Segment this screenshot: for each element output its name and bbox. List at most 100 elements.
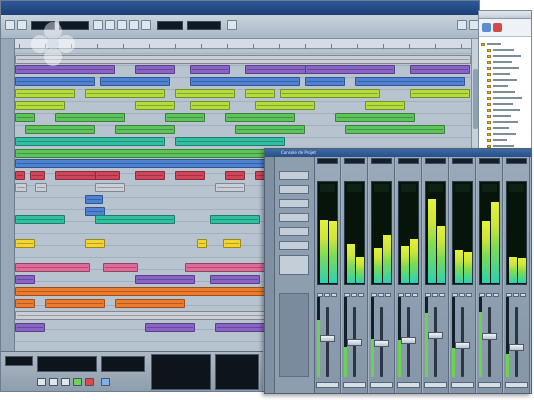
volume-fader-track[interactable]: [326, 307, 329, 377]
audio-event[interactable]: [95, 171, 120, 180]
read-button[interactable]: [520, 293, 526, 297]
forward-button[interactable]: [49, 378, 58, 386]
solo-button[interactable]: [432, 293, 438, 297]
audio-event[interactable]: [305, 65, 395, 74]
audio-event[interactable]: [30, 171, 45, 180]
activate-project-button[interactable]: [5, 20, 15, 30]
snap-mode-display[interactable]: [157, 21, 183, 30]
audio-event[interactable]: [190, 77, 300, 86]
audio-event[interactable]: [15, 89, 75, 98]
solo-button[interactable]: [513, 293, 519, 297]
color-tool-button[interactable]: [227, 20, 237, 30]
read-button[interactable]: [466, 293, 472, 297]
audio-event[interactable]: [15, 287, 275, 296]
audio-event[interactable]: [15, 299, 35, 308]
mixer-view-button[interactable]: [279, 171, 309, 180]
peak-indicator[interactable]: [455, 184, 470, 192]
audio-event[interactable]: [235, 125, 305, 134]
audio-event[interactable]: [210, 275, 260, 284]
browser-title-bar[interactable]: [479, 11, 531, 19]
audio-event[interactable]: [100, 77, 170, 86]
mixer-title-bar[interactable]: Console de Projet: [265, 149, 531, 157]
solo-button[interactable]: [405, 293, 411, 297]
cycle-button[interactable]: [61, 378, 70, 386]
audio-event[interactable]: [85, 195, 103, 204]
audio-event[interactable]: [145, 323, 195, 332]
audio-event[interactable]: [95, 215, 175, 224]
primary-time-display[interactable]: [37, 356, 97, 372]
audio-event[interactable]: [355, 77, 465, 86]
audio-event[interactable]: [15, 101, 65, 110]
audio-event[interactable]: [210, 215, 260, 224]
audio-event[interactable]: [345, 125, 445, 134]
audio-event[interactable]: [15, 137, 165, 146]
read-button[interactable]: [412, 293, 418, 297]
stop-icon[interactable]: [493, 23, 502, 32]
volume-fader-track[interactable]: [488, 307, 491, 377]
audio-event[interactable]: [15, 113, 35, 122]
audio-event[interactable]: [135, 275, 195, 284]
audio-event[interactable]: [280, 89, 380, 98]
audio-event[interactable]: [15, 311, 275, 320]
audio-event[interactable]: [410, 65, 470, 74]
folder-up-icon[interactable]: [482, 23, 491, 32]
audio-event[interactable]: [215, 323, 265, 332]
audio-event[interactable]: [15, 239, 35, 248]
channel-label[interactable]: [451, 382, 474, 388]
volume-fader-handle[interactable]: [320, 335, 335, 342]
audio-event[interactable]: [15, 55, 471, 64]
audio-event[interactable]: [175, 89, 235, 98]
audio-event[interactable]: [175, 137, 285, 146]
read-button[interactable]: [439, 293, 445, 297]
marker-display[interactable]: [151, 354, 211, 390]
audio-event[interactable]: [165, 113, 205, 122]
secondary-time-display[interactable]: [101, 356, 145, 372]
solo-button[interactable]: [378, 293, 384, 297]
audio-event[interactable]: [115, 299, 185, 308]
glue-tool-button[interactable]: [129, 20, 139, 30]
volume-fader-handle[interactable]: [509, 344, 524, 351]
audio-event[interactable]: [103, 263, 138, 272]
audio-event[interactable]: [255, 101, 315, 110]
volume-fader-handle[interactable]: [455, 342, 470, 349]
audio-event[interactable]: [85, 239, 105, 248]
volume-fader-track[interactable]: [515, 307, 518, 377]
mixer-channel-types-button[interactable]: [279, 241, 309, 250]
mixer-inserts-button[interactable]: [279, 199, 309, 208]
audio-event[interactable]: [25, 125, 95, 134]
read-button[interactable]: [358, 293, 364, 297]
audio-event[interactable]: [225, 113, 295, 122]
audio-event[interactable]: [365, 101, 405, 110]
audio-event[interactable]: [223, 239, 241, 248]
audio-event[interactable]: [55, 113, 125, 122]
channel-label[interactable]: [397, 382, 420, 388]
audio-event[interactable]: [215, 183, 245, 192]
object-select-tool-button[interactable]: [93, 20, 103, 30]
play-button[interactable]: [73, 378, 82, 386]
audio-event[interactable]: [45, 299, 105, 308]
audio-event[interactable]: [135, 171, 165, 180]
peak-indicator[interactable]: [482, 184, 497, 192]
peak-indicator[interactable]: [428, 184, 443, 192]
channel-label[interactable]: [343, 382, 366, 388]
rewind-button[interactable]: [37, 378, 46, 386]
audio-event[interactable]: [95, 183, 125, 192]
audio-event[interactable]: [185, 263, 265, 272]
audio-event[interactable]: [190, 65, 230, 74]
audio-event[interactable]: [305, 77, 345, 86]
tempo-display[interactable]: [215, 354, 259, 390]
range-tool-button[interactable]: [105, 20, 115, 30]
solo-button[interactable]: [459, 293, 465, 297]
audio-event[interactable]: [15, 215, 65, 224]
peak-indicator[interactable]: [347, 184, 362, 192]
volume-fader-track[interactable]: [434, 307, 437, 377]
window-layout-button[interactable]: [457, 20, 467, 30]
peak-indicator[interactable]: [320, 184, 335, 192]
mixer-global-controls[interactable]: [279, 293, 309, 377]
volume-fader-handle[interactable]: [482, 333, 497, 340]
audio-event[interactable]: [115, 125, 175, 134]
channel-label[interactable]: [316, 382, 339, 388]
record-button[interactable]: [85, 378, 94, 386]
mixer-routing-button[interactable]: [279, 185, 309, 194]
audio-event[interactable]: [335, 113, 415, 122]
